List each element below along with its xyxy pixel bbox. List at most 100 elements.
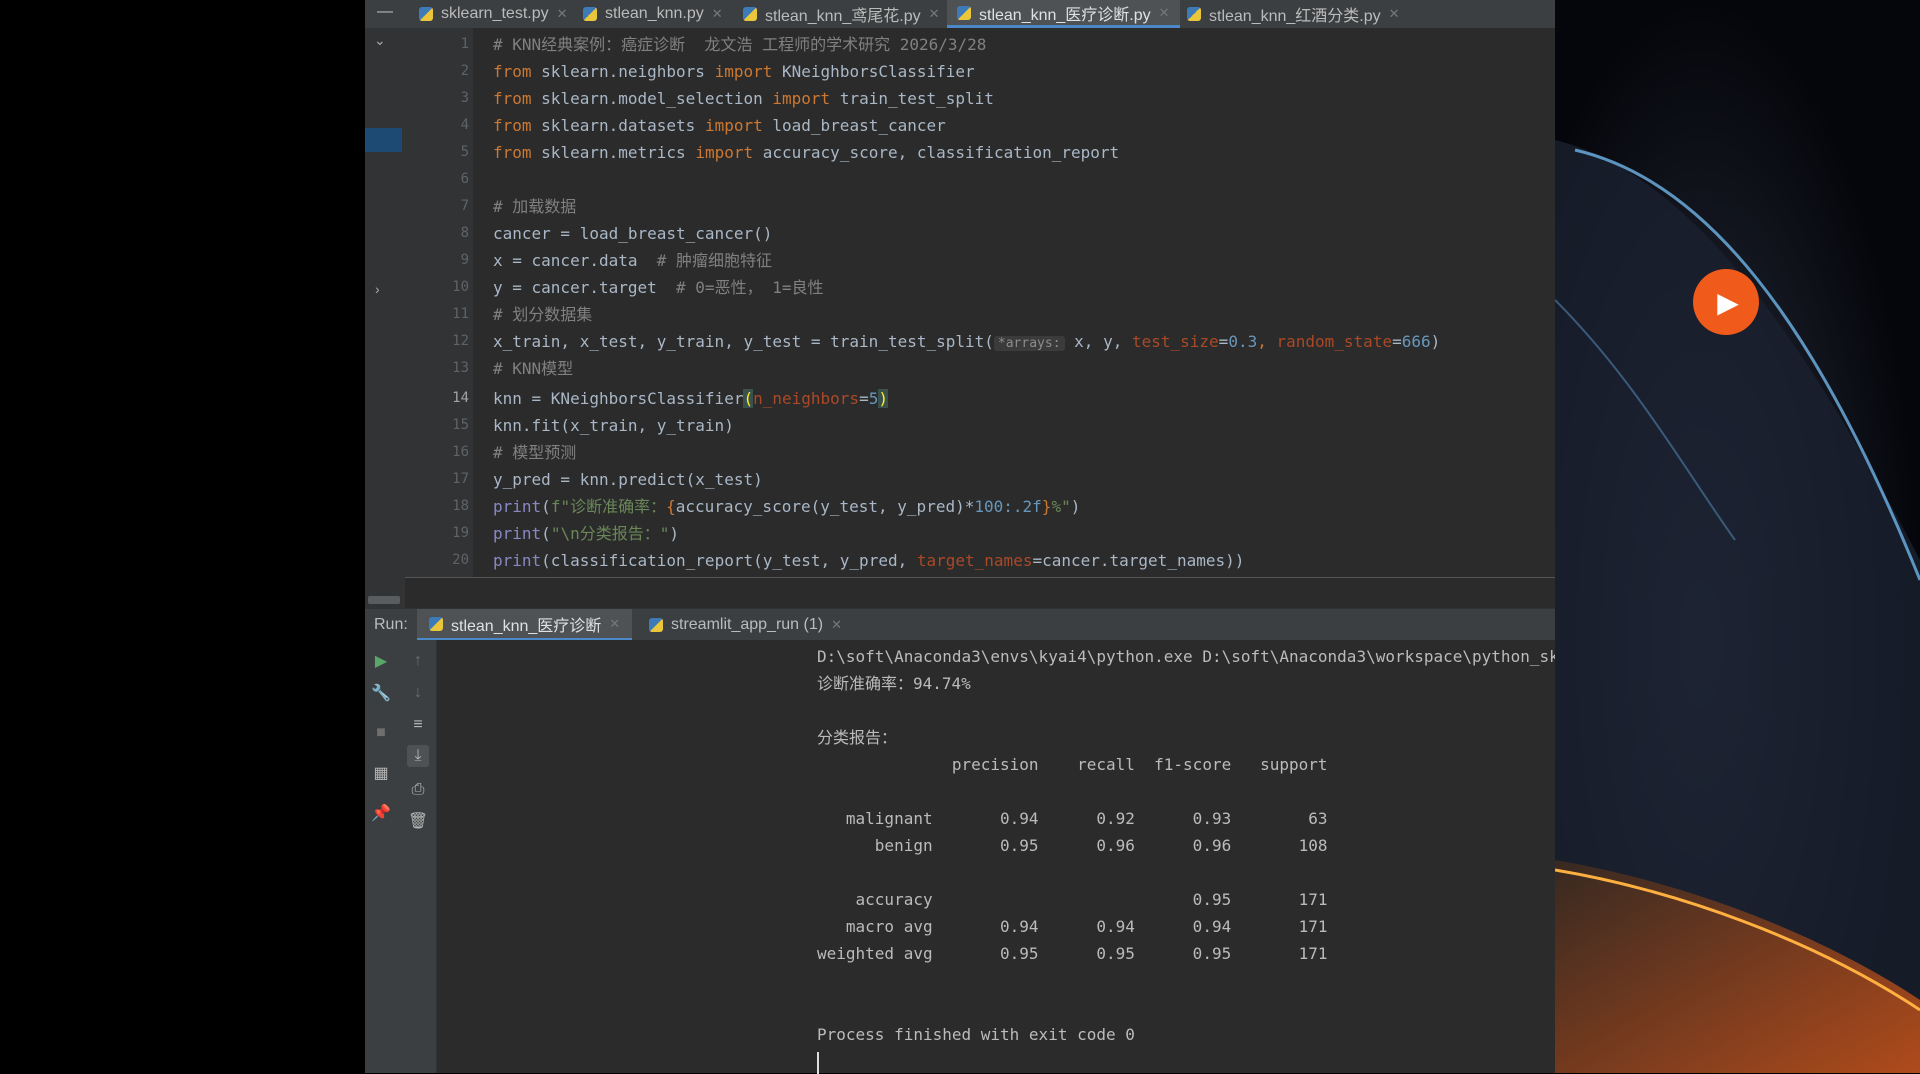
- line-number-current: 14: [452, 390, 469, 406]
- editor-tab-bar: — sklearn_test.py ✕ stlean_knn.py ✕ stle…: [365, 0, 1555, 28]
- console-line: malignant 0.94 0.92 0.93 63: [817, 809, 1328, 828]
- line-number: 2: [460, 63, 469, 79]
- code-comment: # 划分数据集: [493, 305, 593, 324]
- stop-icon[interactable]: ■: [370, 722, 392, 744]
- import-name: load_breast_cancer: [772, 116, 946, 135]
- builtin: print: [493, 524, 542, 543]
- line-number: 5: [460, 144, 469, 160]
- line-number-gutter: 1 2 3 4 5 6 7 8 9 10 11 12 13 14 15 16 1…: [405, 28, 473, 578]
- code-editor[interactable]: # KNN经典案例：癌症诊断 龙文浩 工程师的学术研究 2026/3/28 fr…: [473, 28, 1555, 578]
- close-icon[interactable]: ✕: [1159, 5, 1170, 21]
- tab-label: sklearn_test.py: [441, 5, 549, 22]
- builtin: print: [493, 551, 542, 570]
- background-art: [1555, 0, 1920, 1073]
- param-name: test_size: [1131, 332, 1219, 351]
- line-number: 17: [452, 471, 469, 487]
- module-name: sklearn.model_selection: [541, 89, 763, 108]
- play-icon: ▶: [1717, 286, 1739, 318]
- line-number: 12: [452, 333, 469, 349]
- code-line: # KNN经典案例：癌症诊断 龙文浩 工程师的学术研究 2026/3/28: [493, 31, 986, 58]
- tab-stlean-knn-medical[interactable]: stlean_knn_医疗诊断.py ✕: [947, 0, 1180, 28]
- close-icon[interactable]: ✕: [1389, 6, 1400, 22]
- close-icon[interactable]: ✕: [712, 6, 723, 22]
- code-line: y_pred = knn.predict(x_test): [493, 466, 763, 493]
- trash-icon[interactable]: 🗑: [407, 810, 429, 832]
- number: 5: [868, 389, 879, 408]
- tab-stlean-knn-iris[interactable]: stlean_knn_鸢尾花.py ✕: [737, 0, 946, 28]
- tab-stlean-knn[interactable]: stlean_knn.py ✕: [577, 0, 729, 28]
- code-comment: # 模型预测: [493, 443, 577, 462]
- code-comment: # 0=恶性， 1=良性: [676, 278, 824, 297]
- project-strip: ⌄ ›: [365, 28, 405, 608]
- wrench-icon[interactable]: 🔧: [370, 682, 392, 704]
- module-name: sklearn.neighbors: [541, 62, 705, 81]
- import-name: accuracy_score, classification_report: [762, 143, 1120, 162]
- code-line: # 模型预测: [493, 439, 576, 466]
- code-text: knn = KNeighborsClassifier: [493, 389, 744, 408]
- run-side-toolbar: ▶ 🔧 ■ ▦ 📌 ↑ ↓ ≡ ⤓ ⎙ 🗑: [365, 640, 437, 1073]
- param-name: n_neighbors: [753, 389, 860, 408]
- run-tab-streamlit[interactable]: streamlit_app_run (1) ✕: [641, 609, 850, 641]
- param-name: target_names: [916, 551, 1033, 570]
- tab-stlean-knn-wine[interactable]: stlean_knn_红酒分类.py ✕: [1181, 0, 1406, 28]
- import-name: KNeighborsClassifier: [782, 62, 975, 81]
- selected-marker: [365, 128, 402, 152]
- string: f"诊断准确率：: [550, 497, 667, 516]
- run-tab-medical[interactable]: stlean_knn_医疗诊断 ✕: [417, 609, 633, 641]
- module-name: sklearn.metrics: [541, 143, 686, 162]
- string: "\n分类报告：": [550, 524, 670, 543]
- console-line: macro avg 0.94 0.94 0.94 171: [817, 917, 1328, 936]
- play-button[interactable]: ▶: [1693, 269, 1759, 335]
- code-comment: # 肿瘤细胞特征: [656, 251, 773, 270]
- code-line: # 划分数据集: [493, 301, 592, 328]
- code-text: x = cancer.data: [493, 251, 657, 270]
- code-text: y_pred = knn.predict(x_test): [493, 470, 763, 489]
- run-tab-label: streamlit_app_run (1): [671, 616, 824, 633]
- console-line: accuracy 0.95 171: [817, 890, 1328, 909]
- chevron-right-icon[interactable]: ›: [375, 281, 380, 297]
- python-file-icon: [419, 7, 433, 21]
- code-line: print(classification_report(y_test, y_pr…: [493, 547, 1244, 574]
- code-text: cancer = load_breast_cancer(): [493, 224, 773, 243]
- code-line: # KNN模型: [493, 355, 573, 382]
- python-file-icon: [1187, 7, 1201, 21]
- format-spec: :.2f: [1003, 497, 1042, 516]
- line-number: 8: [460, 225, 469, 241]
- line-number: 3: [460, 90, 469, 106]
- chevron-down-icon[interactable]: ⌄: [374, 32, 386, 49]
- code-line: print(f"诊断准确率：{accuracy_score(y_test, y_…: [493, 497, 1081, 516]
- code-comment: # KNN模型: [493, 359, 574, 378]
- code-text: x, y,: [1074, 332, 1132, 351]
- code-text: x_train, x_test, y_train, y_test = train…: [493, 332, 994, 351]
- down-arrow-icon[interactable]: ↓: [407, 682, 429, 704]
- menu-icon[interactable]: —: [377, 3, 393, 21]
- keyword: from: [493, 62, 532, 81]
- number: 666: [1401, 332, 1431, 351]
- console-line: precision recall f1-score support: [817, 755, 1328, 774]
- code-line: # 加载数据: [493, 193, 576, 220]
- layout-icon[interactable]: ▦: [370, 762, 392, 784]
- close-icon[interactable]: ✕: [831, 617, 842, 633]
- close-icon[interactable]: ✕: [609, 616, 620, 632]
- line-number: 4: [460, 117, 469, 133]
- soft-wrap-icon[interactable]: ≡: [407, 714, 429, 736]
- code-text: accuracy_score(y_test, y_pred)*: [675, 497, 975, 516]
- pin-icon[interactable]: 📌: [370, 802, 392, 824]
- video-background: ▶: [1555, 0, 1920, 1073]
- python-file-icon: [743, 7, 757, 21]
- run-label: Run:: [374, 616, 408, 633]
- line-number: 10: [452, 279, 469, 295]
- tab-sklearn-test[interactable]: sklearn_test.py ✕: [413, 0, 574, 28]
- close-icon[interactable]: ✕: [557, 6, 568, 22]
- rerun-icon[interactable]: ▶: [370, 650, 392, 672]
- horizontal-scrollbar[interactable]: [368, 596, 400, 604]
- close-icon[interactable]: ✕: [929, 6, 940, 22]
- python-run-icon: [649, 618, 663, 632]
- keyword: import: [772, 89, 831, 108]
- up-arrow-icon[interactable]: ↑: [407, 650, 429, 672]
- print-icon[interactable]: ⎙: [407, 779, 429, 801]
- editor-divider: [405, 577, 1555, 578]
- scroll-to-end-icon[interactable]: ⤓: [407, 745, 429, 767]
- run-tool-window-header: Run: stlean_knn_医疗诊断 ✕ streamlit_app_run…: [365, 608, 1555, 641]
- code-line: from sklearn.datasets import load_breast…: [493, 112, 946, 139]
